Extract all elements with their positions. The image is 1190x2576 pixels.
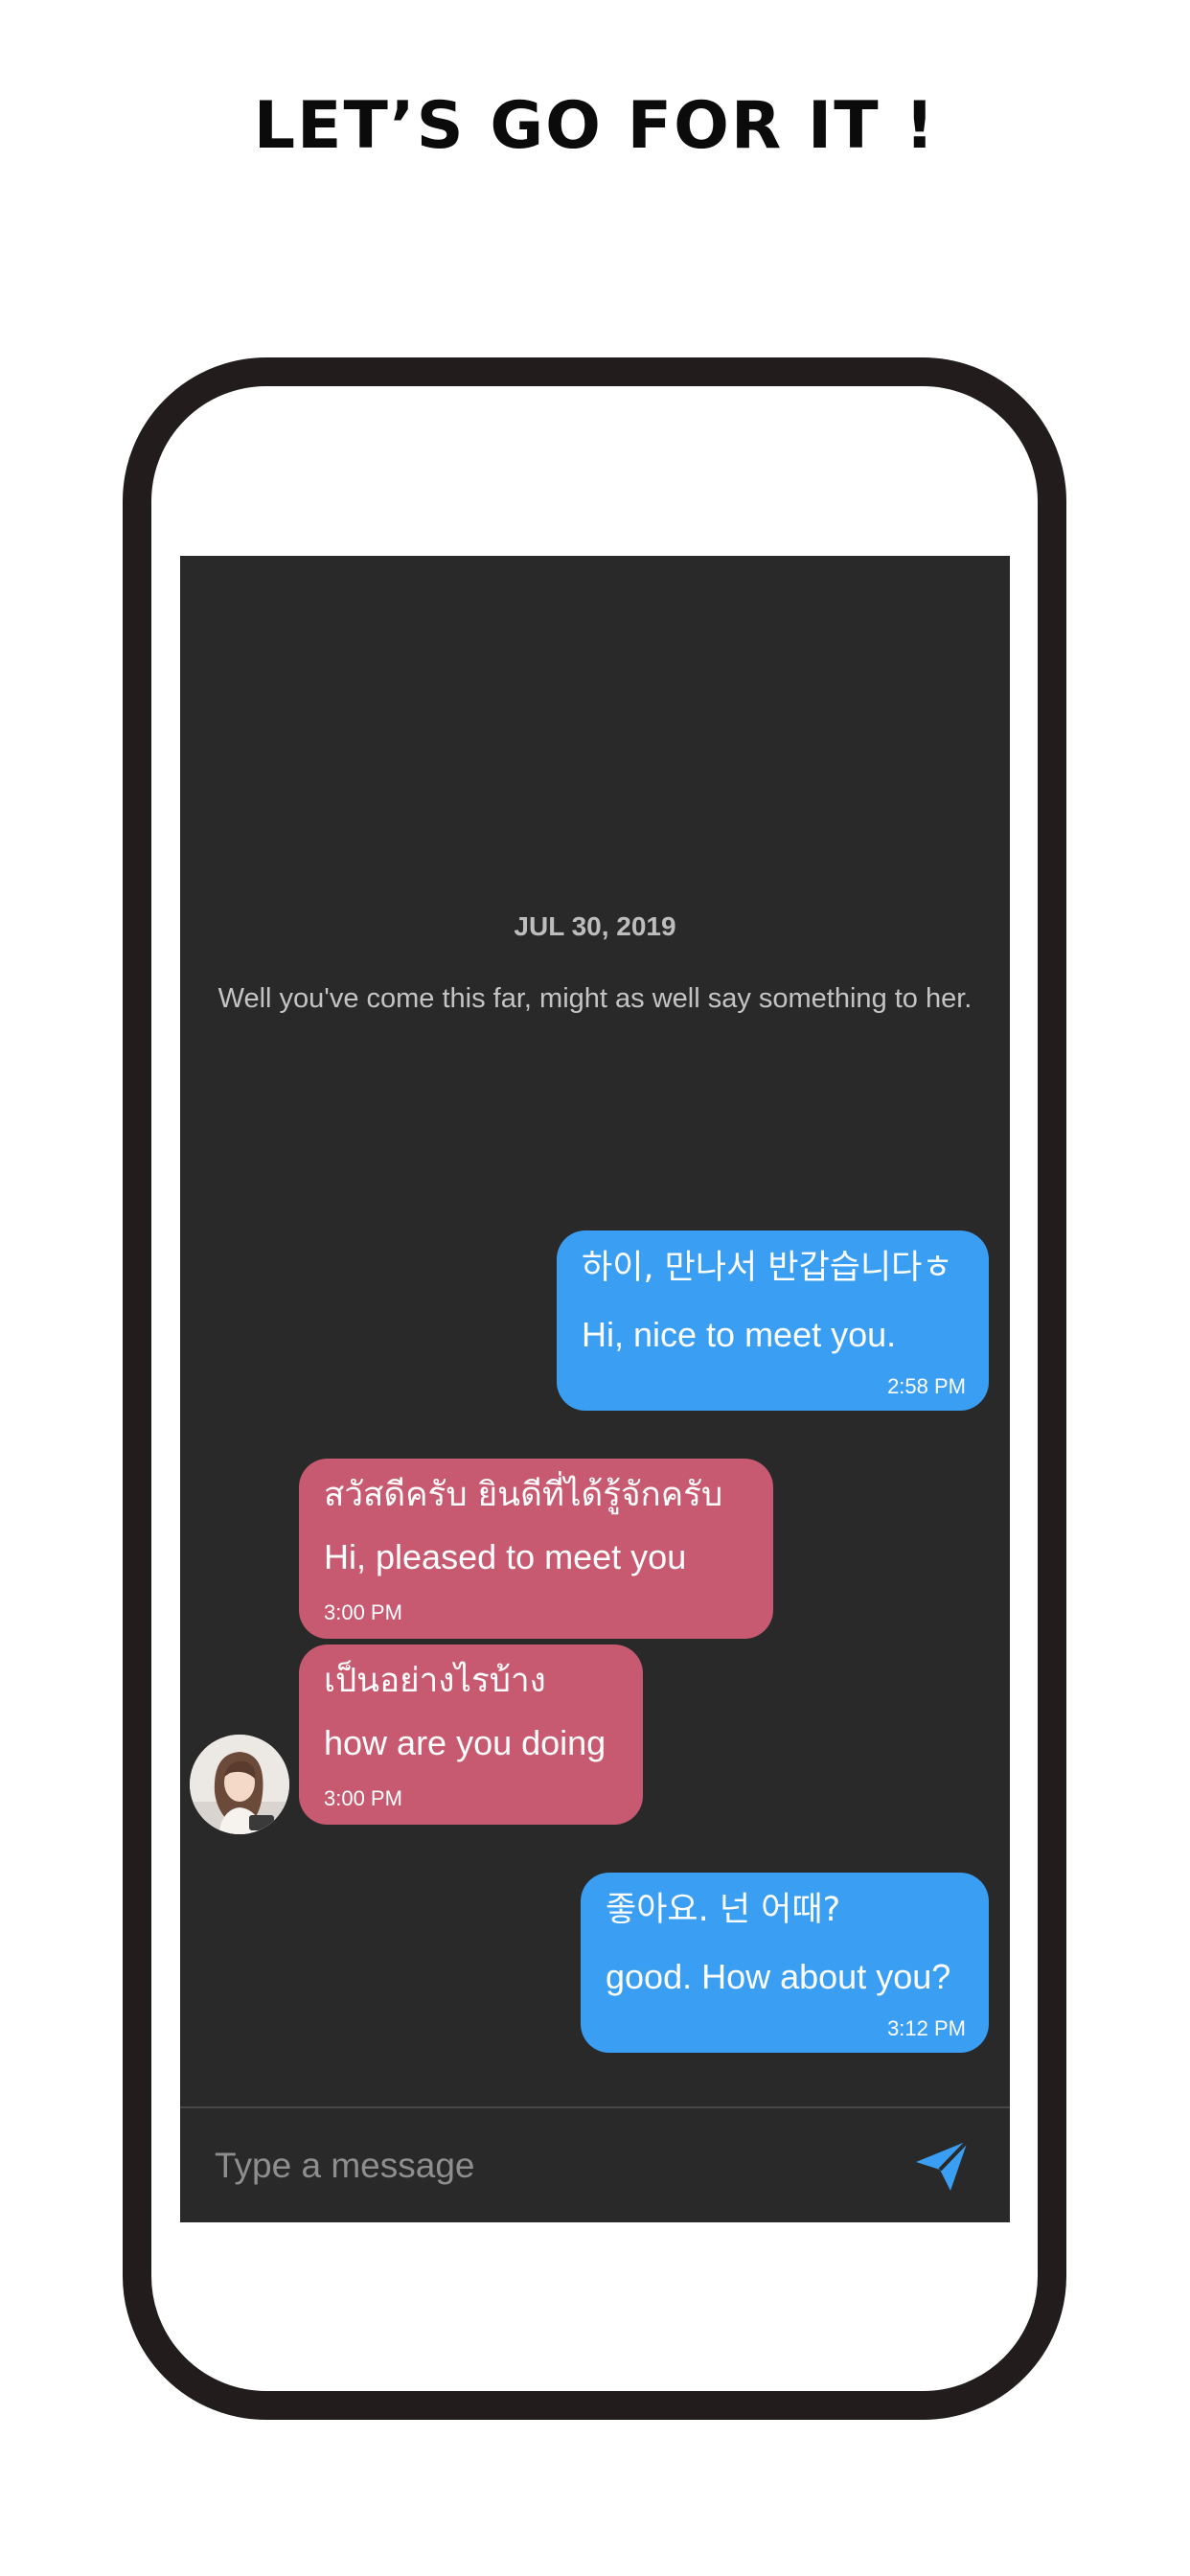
message-original-text: 하이, 만나서 반갑습니다ㅎ [582, 1249, 953, 1287]
conversation-date: JUL 30, 2019 [514, 911, 676, 941]
message-bubble-received[interactable]: เป็นอย่างไรบ้าง how are you doing 3:00 P… [299, 1644, 643, 1825]
message-bubble-sent[interactable]: 좋아요. 넌 어때? good. How about you? 3:12 PM [581, 1873, 989, 2053]
message-bubble-sent[interactable]: 하이, 만나서 반갑습니다ㅎ Hi, nice to meet you. 2:5… [557, 1230, 989, 1411]
message-time: 2:58 PM [887, 1374, 966, 1398]
message-time: 3:00 PM [324, 1600, 402, 1624]
message-translated-text: good. How about you? [606, 1957, 951, 1996]
message-translated-text: Hi, pleased to meet you [324, 1537, 687, 1576]
chat-screen: JUL 30, 2019 Well you've come this far, … [180, 556, 1010, 2222]
message-translated-text: how are you doing [324, 1723, 606, 1762]
avatar-image [190, 1735, 289, 1834]
message-time: 3:12 PM [887, 2016, 966, 2040]
send-button[interactable] [910, 2133, 973, 2196]
contact-avatar[interactable] [190, 1735, 289, 1834]
conversation-hint: Well you've come this far, might as well… [217, 983, 973, 1014]
promo-headline: LET’S GO FOR IT ! [253, 88, 937, 164]
message-time: 3:00 PM [324, 1786, 402, 1810]
message-original-text: 좋아요. 넌 어때? [606, 1891, 841, 1929]
send-icon [916, 2139, 970, 2191]
message-translated-text: Hi, nice to meet you. [582, 1315, 897, 1354]
message-bubble-received[interactable]: สวัสดีครับ ยินดีที่ได้รู้จักครับ Hi, ple… [299, 1459, 773, 1639]
message-original-text: สวัสดีครับ ยินดีที่ได้รู้จักครับ [324, 1476, 723, 1514]
message-original-text: เป็นอย่างไรบ้าง [324, 1662, 546, 1700]
message-input[interactable]: Type a message [215, 2137, 885, 2195]
compose-divider [180, 2106, 1010, 2108]
